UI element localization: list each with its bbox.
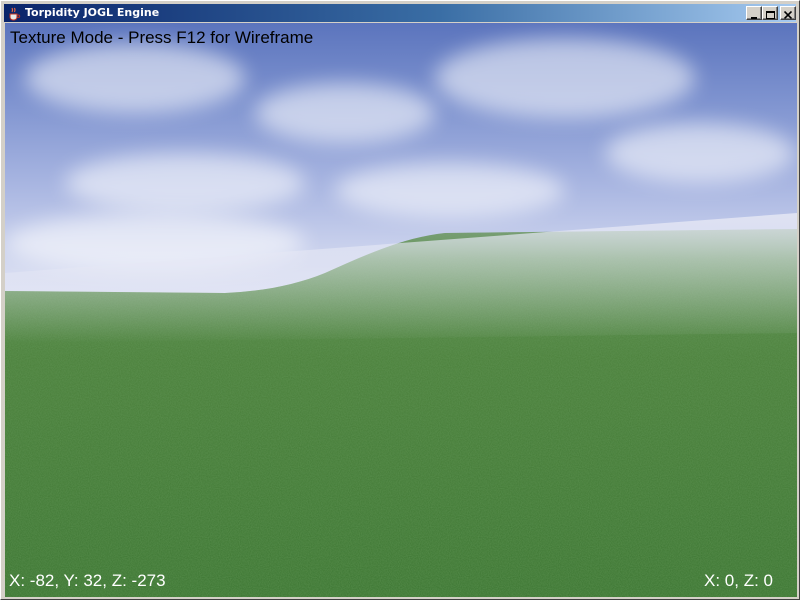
horizon-fog [5, 213, 797, 343]
minimize-button[interactable] [746, 6, 762, 20]
java-cup-icon[interactable] [7, 6, 21, 21]
maximize-button[interactable] [762, 6, 778, 20]
maximize-icon [765, 4, 775, 23]
grid-position-text: X: 0, Z: 0 [704, 571, 773, 590]
app-window: Torpidity JOGL Engine Texture Mode - Pre… [0, 0, 800, 600]
window-title: Torpidity JOGL Engine [25, 6, 160, 19]
close-button[interactable] [780, 6, 796, 20]
3d-viewport[interactable]: Texture Mode - Press F12 for Wireframe X… [5, 23, 797, 597]
title-bar[interactable]: Torpidity JOGL Engine [4, 4, 796, 22]
render-mode-text: Texture Mode - Press F12 for Wireframe [10, 28, 314, 47]
terrain [5, 213, 797, 597]
close-icon [783, 4, 793, 23]
minimize-icon [750, 4, 758, 23]
camera-position-text: X: -82, Y: 32, Z: -273 [9, 571, 166, 590]
